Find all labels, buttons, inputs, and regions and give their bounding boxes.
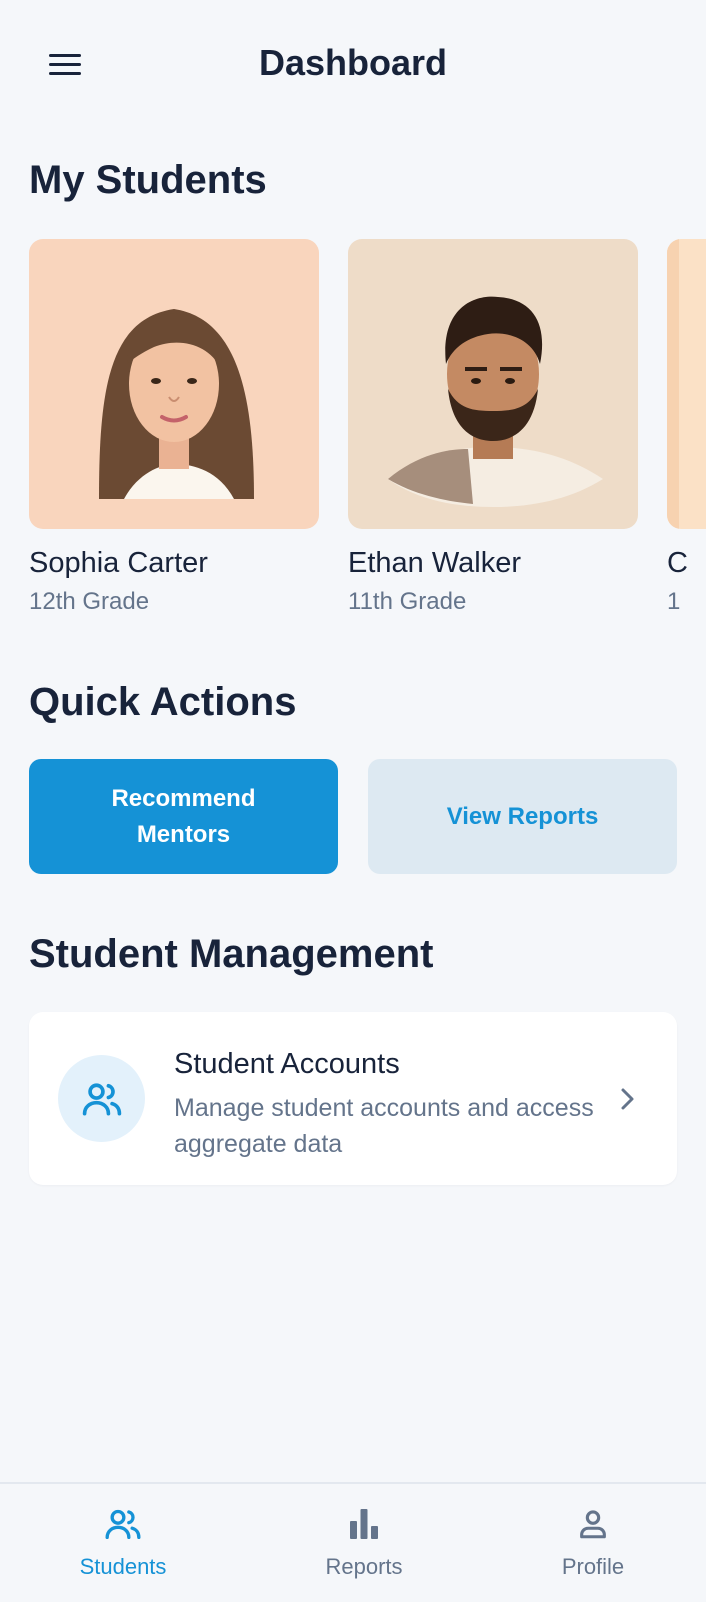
page-title: Dashboard — [258, 42, 448, 83]
student-card-ethan[interactable]: Ethan Walker 11th Grade — [348, 239, 638, 616]
student-card-partial[interactable]: C 1 — [667, 239, 706, 616]
nav-label-profile: Profile — [561, 1554, 625, 1579]
students-carousel[interactable]: Sophia Carter 12th Grade Ethan Walker 11… — [29, 239, 706, 629]
student-grade: 12th Grade — [29, 588, 150, 615]
nav-item-profile[interactable]: Profile — [513, 1504, 673, 1580]
nav-label-students: Students — [79, 1554, 167, 1579]
nav-item-students[interactable]: Students — [43, 1504, 203, 1580]
student-grade: 11th Grade — [348, 588, 467, 615]
student-avatar — [348, 239, 638, 529]
top-app-bar: Dashboard — [0, 0, 706, 130]
student-accounts-description: Manage student accounts and access aggre… — [174, 1094, 594, 1158]
student-name: Ethan Walker — [348, 547, 521, 579]
nav-item-reports[interactable]: Reports — [284, 1504, 444, 1580]
bar-chart-icon — [284, 1504, 444, 1544]
student-avatar — [667, 239, 706, 529]
quick-actions-heading: Quick Actions — [29, 680, 297, 724]
recommend-mentors-button[interactable]: Recommend Mentors — [29, 759, 338, 874]
student-name: C — [667, 547, 688, 579]
my-students-heading: My Students — [29, 158, 267, 202]
recommend-label-line2: Mentors — [136, 820, 231, 848]
bottom-navigation: Students Reports Profile — [0, 1482, 706, 1602]
student-card-sophia[interactable]: Sophia Carter 12th Grade — [29, 239, 319, 616]
users-icon — [43, 1504, 203, 1544]
student-accounts-card[interactable]: Student Accounts Manage student accounts… — [29, 1012, 677, 1185]
student-name: Sophia Carter — [29, 547, 208, 579]
student-accounts-title: Student Accounts — [174, 1048, 400, 1080]
student-management-heading: Student Management — [29, 932, 434, 976]
student-grade: 1 — [667, 588, 681, 615]
view-reports-label: View Reports — [446, 802, 599, 830]
users-icon — [58, 1055, 145, 1142]
recommend-label-line1: Recommend — [111, 784, 256, 812]
chevron-right-icon — [615, 1084, 639, 1114]
student-avatar — [29, 239, 319, 529]
nav-label-reports: Reports — [325, 1554, 403, 1579]
view-reports-button[interactable]: View Reports — [368, 759, 677, 874]
user-icon — [513, 1504, 673, 1544]
